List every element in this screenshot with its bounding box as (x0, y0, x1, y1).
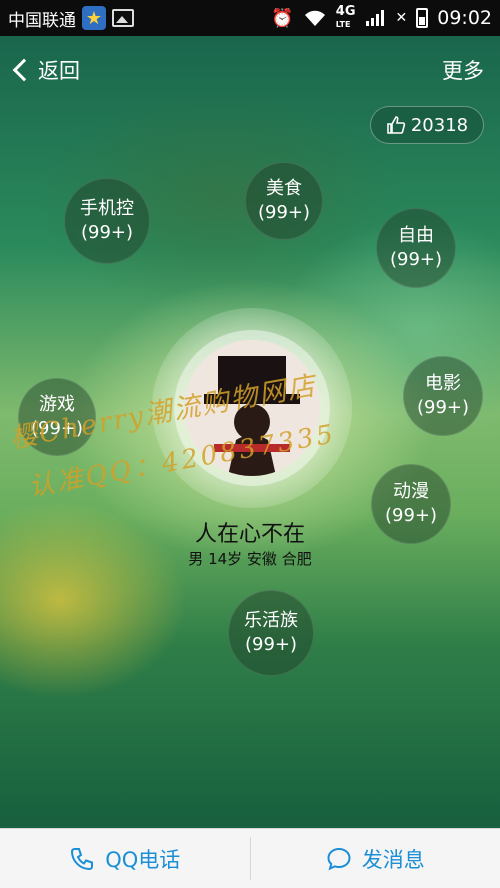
tag-name: 电影 (425, 373, 461, 394)
tag-bubble-phone[interactable]: 手机控 (99+) (64, 178, 150, 264)
avatar-image (184, 340, 320, 476)
alarm-icon: ⏰ (271, 7, 294, 29)
tag-bubble-freedom[interactable]: 自由 (99+) (376, 208, 456, 288)
battery-icon (416, 8, 429, 28)
star-app-icon: ★ (82, 6, 106, 30)
like-button[interactable]: 20318 (370, 106, 484, 144)
network-type: 4G LTE (335, 3, 356, 31)
tag-name: 自由 (398, 225, 434, 246)
avatar[interactable] (184, 340, 320, 476)
bottom-action-bar: QQ电话 发消息 (0, 828, 500, 888)
no-signal-icon: ✕ (395, 10, 408, 26)
network-lte-label: LTE (335, 19, 351, 29)
user-info: 男 14岁 安徽 合肥 (188, 550, 312, 568)
send-message-label: 发消息 (361, 847, 425, 872)
tag-count: (99+) (416, 397, 470, 418)
tag-count: (99+) (80, 222, 134, 243)
send-message-button[interactable]: 发消息 (251, 829, 500, 888)
chevron-left-icon (12, 58, 36, 82)
like-count: 20318 (410, 114, 469, 136)
tag-name: 乐活族 (244, 610, 298, 631)
qq-call-label: QQ电话 (105, 847, 181, 872)
tag-count: (99+) (244, 634, 298, 655)
more-button[interactable]: 更多 (442, 55, 484, 85)
chat-bubble-icon (327, 847, 351, 870)
tag-bubble-food[interactable]: 美食 (99+) (245, 162, 323, 240)
phone-icon (71, 847, 94, 870)
tag-count: (99+) (257, 202, 311, 223)
qq-call-button[interactable]: QQ电话 (0, 829, 250, 888)
tag-bubble-lohas[interactable]: 乐活族 (99+) (228, 590, 314, 676)
avatar-inner-ring (174, 330, 330, 486)
back-label: 返回 (38, 59, 80, 83)
tag-count: (99+) (389, 249, 443, 270)
signal-icon (365, 10, 384, 26)
tag-name: 手机控 (80, 198, 134, 219)
status-bar: 中国联通 ★ ⏰ 4G LTE ✕ 09:02 (0, 0, 500, 36)
tag-bubble-movies[interactable]: 电影 (99+) (403, 356, 483, 436)
tag-bubble-games[interactable]: 游戏 (99+) (18, 378, 96, 456)
wifi-icon (304, 10, 325, 26)
carrier-name: 中国联通 (8, 10, 76, 31)
thumbs-up-icon (387, 116, 406, 134)
tag-count: (99+) (30, 418, 84, 439)
tag-name: 美食 (266, 178, 302, 199)
nav-bar: 返回 更多 (0, 44, 500, 96)
image-notification-icon (112, 9, 134, 27)
tag-name: 动漫 (393, 481, 429, 502)
tag-name: 游戏 (39, 394, 75, 415)
network-4g-label: 4G (335, 3, 356, 19)
avatar-ring (152, 308, 352, 508)
clock: 09:02 (437, 7, 492, 29)
back-button[interactable]: 返回 (10, 55, 80, 85)
nickname: 人在心不在 (194, 522, 305, 547)
